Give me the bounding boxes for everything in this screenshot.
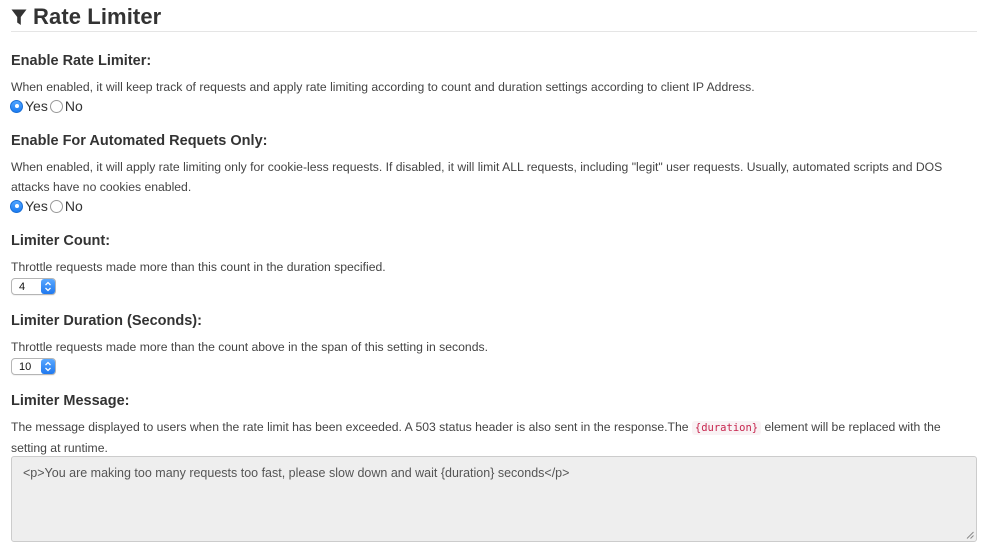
automated-only-label: Enable For Automated Requets Only: — [11, 133, 268, 149]
limiter-count-help: Throttle requests made more than this co… — [11, 260, 386, 274]
limiter-duration-value: 10 — [19, 360, 32, 373]
limiter-count-select[interactable]: 4 — [11, 278, 56, 295]
select-arrows-icon — [41, 359, 55, 374]
limiter-message-help-text-before: The message displayed to users when the … — [11, 420, 689, 434]
limiter-duration-help: Throttle requests made more than the cou… — [11, 340, 488, 354]
enable-rate-limiter-radio-group: Yes No — [10, 98, 85, 114]
limiter-message-value: <p>You are making too many requests too … — [23, 466, 570, 480]
resize-grip-icon[interactable] — [966, 531, 974, 539]
limiter-message-label: Limiter Message: — [11, 393, 130, 409]
page-title: Rate Limiter — [33, 4, 162, 29]
limiter-count-value: 4 — [19, 280, 26, 293]
automated-yes-label[interactable]: Yes — [25, 198, 48, 214]
enable-rate-limiter-help: When enabled, it will keep track of requ… — [11, 80, 755, 94]
limiter-message-help: The message displayed to users when the … — [11, 417, 977, 458]
enable-yes-label[interactable]: Yes — [25, 98, 48, 114]
limiter-message-textarea[interactable]: <p>You are making too many requests too … — [11, 456, 977, 542]
automated-only-radio-group: Yes No — [10, 198, 85, 214]
automated-only-help: When enabled, it will apply rate limitin… — [11, 160, 943, 194]
duration-code-token: {duration} — [691, 421, 762, 435]
enable-no-radio[interactable] — [49, 99, 63, 113]
automated-yes-radio[interactable] — [10, 199, 23, 213]
automated-no-label[interactable]: No — [65, 198, 83, 214]
filter-funnel-icon — [11, 9, 27, 25]
limiter-duration-select[interactable]: 10 — [11, 358, 56, 375]
enable-no-label[interactable]: No — [65, 98, 83, 114]
limiter-count-label: Limiter Count: — [11, 233, 111, 249]
select-arrows-icon — [41, 279, 55, 294]
limiter-duration-label: Limiter Duration (Seconds): — [11, 313, 202, 329]
enable-yes-radio[interactable] — [10, 99, 23, 113]
automated-no-radio[interactable] — [49, 199, 63, 213]
page-header: Rate Limiter — [11, 3, 977, 32]
enable-rate-limiter-label: Enable Rate Limiter: — [11, 53, 152, 69]
